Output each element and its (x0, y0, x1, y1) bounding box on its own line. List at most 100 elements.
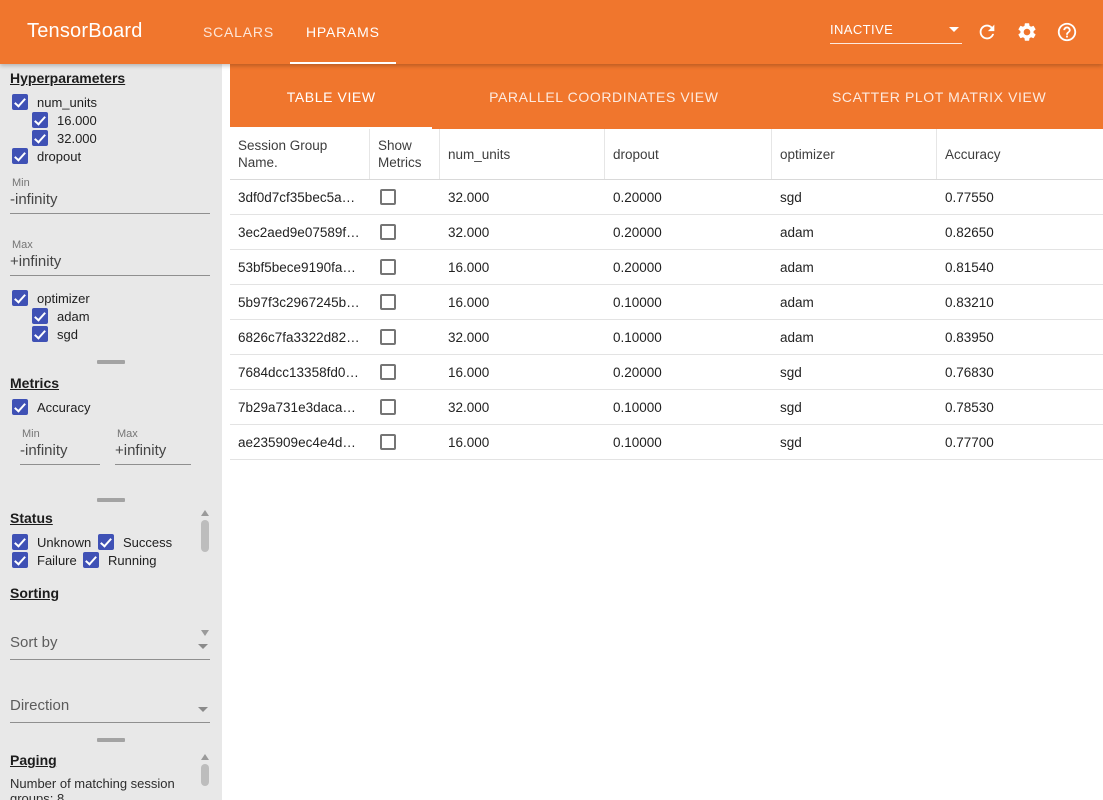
run-status-select[interactable]: INACTIVE (830, 15, 962, 44)
cell-dropout: 0.10000 (605, 330, 772, 345)
cell-num-units: 32.000 (440, 225, 605, 240)
hparam-optimizer-sgd[interactable]: sgd (32, 326, 78, 342)
section-resize-handle[interactable] (97, 738, 125, 742)
num-units-32-checkbox[interactable] (32, 130, 48, 146)
col-optimizer[interactable]: optimizer (772, 129, 937, 179)
hparam-num-units-value-16[interactable]: 16.000 (32, 112, 97, 128)
status-heading: Status (10, 510, 53, 526)
app-header: TensorBoard SCALARS HPARAMS INACTIVE (0, 0, 1103, 64)
tab-scatter-plot-matrix-view[interactable]: SCATTER PLOT MATRIX VIEW (775, 64, 1103, 129)
paging-heading: Paging (10, 752, 57, 768)
dropout-max-input[interactable]: +infinity (10, 253, 210, 276)
optimizer-sgd-checkbox[interactable] (32, 326, 48, 342)
table-row[interactable]: 7b29a731e3daca… 32.000 0.10000 sgd 0.785… (230, 390, 1103, 425)
tab-parallel-coordinates-view[interactable]: PARALLEL COORDINATES VIEW (432, 64, 775, 129)
status-failure-label: Failure (37, 553, 77, 568)
show-metrics-checkbox[interactable] (380, 399, 396, 415)
cell-accuracy: 0.83210 (937, 295, 1103, 310)
hparam-dropout[interactable]: dropout (12, 148, 81, 164)
table-row[interactable]: 7684dcc13358fd0… 16.000 0.20000 sgd 0.76… (230, 355, 1103, 390)
show-metrics-checkbox[interactable] (380, 294, 396, 310)
col-show-metrics[interactable]: Show Metrics (370, 129, 440, 179)
col-session-group-name[interactable]: Session Group Name. (230, 129, 370, 179)
settings-button[interactable] (1016, 21, 1038, 43)
sort-by-select[interactable]: Sort by (10, 634, 210, 660)
scroll-up-icon[interactable] (201, 510, 209, 516)
hparam-num-units-value-32[interactable]: 32.000 (32, 130, 97, 146)
col-num-units[interactable]: num_units (440, 129, 605, 179)
cell-session-group-name: 7684dcc13358fd0… (230, 365, 370, 380)
tab-table-view[interactable]: TABLE VIEW (230, 64, 432, 129)
num-units-16-checkbox[interactable] (32, 112, 48, 128)
scrollbar-thumb[interactable] (201, 520, 209, 552)
cell-accuracy: 0.82650 (937, 225, 1103, 240)
help-button[interactable] (1056, 21, 1078, 43)
table-row[interactable]: 6826c7fa3322d82… 32.000 0.10000 adam 0.8… (230, 320, 1103, 355)
status-failure[interactable]: Failure (12, 552, 77, 568)
table-row[interactable]: 3df0d7cf35bec5a… 32.000 0.20000 sgd 0.77… (230, 180, 1103, 215)
hparam-optimizer-adam[interactable]: adam (32, 308, 90, 324)
cell-dropout: 0.20000 (605, 260, 772, 275)
status-failure-checkbox[interactable] (12, 552, 28, 568)
sidebar: Hyperparameters num_units 16.000 32.000 … (0, 64, 222, 800)
table-row[interactable]: ae235909ec4e4d… 16.000 0.10000 sgd 0.777… (230, 425, 1103, 460)
show-metrics-checkbox[interactable] (380, 259, 396, 275)
direction-select[interactable]: Direction (10, 697, 210, 723)
hparam-num-units[interactable]: num_units (12, 94, 97, 110)
cell-optimizer: sgd (772, 400, 937, 415)
refresh-button[interactable] (976, 21, 998, 43)
metric-min-input[interactable]: -infinity (20, 442, 100, 465)
optimizer-adam-label: adam (57, 309, 90, 324)
status-success-checkbox[interactable] (98, 534, 114, 550)
status-success[interactable]: Success (98, 534, 172, 550)
table-row[interactable]: 3ec2aed9e07589f… 32.000 0.20000 adam 0.8… (230, 215, 1103, 250)
tab-hparams[interactable]: HPARAMS (290, 0, 396, 64)
cell-accuracy: 0.83950 (937, 330, 1103, 345)
cell-optimizer: sgd (772, 365, 937, 380)
status-running-checkbox[interactable] (83, 552, 99, 568)
show-metrics-checkbox[interactable] (380, 364, 396, 380)
hparam-optimizer[interactable]: optimizer (12, 290, 90, 306)
scrollbar-thumb[interactable] (201, 764, 209, 786)
accuracy-label: Accuracy (37, 400, 90, 415)
num-units-checkbox[interactable] (12, 94, 28, 110)
cell-show-metrics (370, 364, 440, 380)
table-row[interactable]: 53bf5bece9190fa… 16.000 0.20000 adam 0.8… (230, 250, 1103, 285)
accuracy-checkbox[interactable] (12, 399, 28, 415)
show-metrics-checkbox[interactable] (380, 224, 396, 240)
num-units-32-label: 32.000 (57, 131, 97, 146)
cell-optimizer: sgd (772, 435, 937, 450)
cell-session-group-name: 7b29a731e3daca… (230, 400, 370, 415)
cell-show-metrics (370, 294, 440, 310)
section-resize-handle[interactable] (97, 498, 125, 502)
status-unknown-checkbox[interactable] (12, 534, 28, 550)
optimizer-adam-checkbox[interactable] (32, 308, 48, 324)
dropout-label: dropout (37, 149, 81, 164)
status-scrollbar[interactable] (200, 510, 209, 636)
hyperparameters-heading: Hyperparameters (10, 70, 125, 86)
show-metrics-checkbox[interactable] (380, 434, 396, 450)
metric-max-input[interactable]: +infinity (115, 442, 191, 465)
cell-accuracy: 0.78530 (937, 400, 1103, 415)
show-metrics-checkbox[interactable] (380, 329, 396, 345)
show-metrics-checkbox[interactable] (380, 189, 396, 205)
dropout-min-label: Min (12, 177, 30, 189)
metric-accuracy[interactable]: Accuracy (12, 399, 90, 415)
status-running[interactable]: Running (83, 552, 156, 568)
tab-scalars[interactable]: SCALARS (187, 0, 290, 64)
cell-show-metrics (370, 189, 440, 205)
optimizer-checkbox[interactable] (12, 290, 28, 306)
cell-num-units: 16.000 (440, 435, 605, 450)
scroll-up-icon[interactable] (201, 754, 209, 760)
col-accuracy[interactable]: Accuracy (937, 129, 1103, 179)
paging-scrollbar[interactable] (200, 754, 209, 800)
tab-scalars-label: SCALARS (203, 24, 274, 40)
table-row[interactable]: 5b97f3c2967245b… 16.000 0.10000 adam 0.8… (230, 285, 1103, 320)
optimizer-sgd-label: sgd (57, 327, 78, 342)
dropout-checkbox[interactable] (12, 148, 28, 164)
cell-accuracy: 0.77550 (937, 190, 1103, 205)
section-resize-handle[interactable] (97, 360, 125, 364)
dropout-min-input[interactable]: -infinity (10, 191, 210, 214)
status-unknown[interactable]: Unknown (12, 534, 91, 550)
col-dropout[interactable]: dropout (605, 129, 772, 179)
